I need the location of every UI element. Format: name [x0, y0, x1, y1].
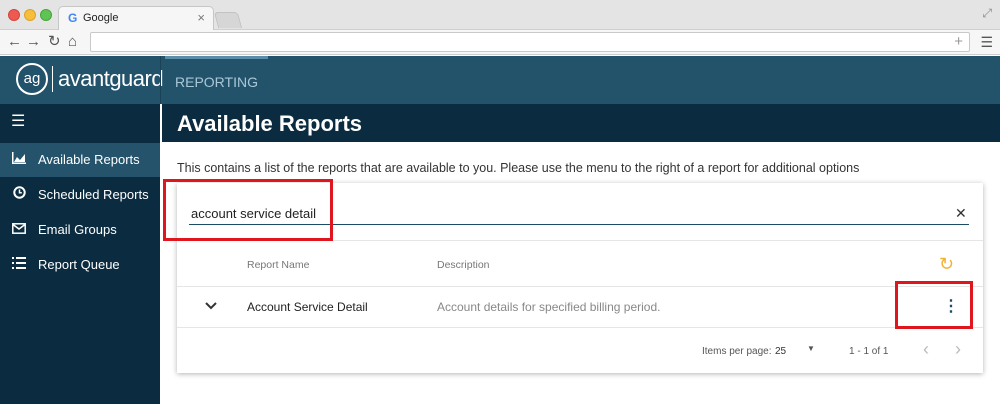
- window-maximize-button[interactable]: [40, 9, 52, 21]
- brand-name[interactable]: avantguard: [58, 66, 164, 92]
- logo-divider: [52, 66, 53, 92]
- column-header-report-name[interactable]: Report Name: [247, 258, 309, 272]
- bar-chart-icon: [10, 151, 28, 169]
- previous-page-icon[interactable]: ‹: [923, 340, 929, 358]
- tab-close-icon[interactable]: ×: [197, 10, 205, 25]
- address-bar[interactable]: +: [90, 32, 970, 52]
- google-favicon-icon: G: [68, 11, 78, 25]
- row-divider: [177, 327, 983, 328]
- clear-search-icon[interactable]: ✕: [955, 205, 967, 221]
- page-description: This contains a list of the reports that…: [177, 161, 860, 175]
- reload-icon[interactable]: ↻: [48, 33, 61, 51]
- menu-highlight-box: [895, 281, 973, 329]
- fullscreen-icon[interactable]: ⤢: [982, 6, 992, 21]
- sidebar-item-label: Email Groups: [38, 222, 117, 237]
- list-icon: [10, 256, 28, 274]
- avantguard-logo[interactable]: ag: [16, 63, 48, 95]
- sidebar-item-label: Scheduled Reports: [38, 187, 149, 202]
- browser-tab[interactable]: G Google ×: [58, 6, 214, 30]
- table-row[interactable]: Account Service Detail Account details f…: [177, 287, 983, 327]
- page-title-bar: Available Reports: [162, 104, 1000, 142]
- sidebar-item-report-queue[interactable]: Report Queue: [0, 248, 160, 282]
- items-per-page-label: Items per page:: [702, 346, 772, 357]
- browser-menu-icon[interactable]: ☰: [980, 34, 993, 50]
- sidebar-item-email-groups[interactable]: Email Groups: [0, 213, 160, 247]
- column-header-description[interactable]: Description: [437, 258, 490, 272]
- browser-tab-bar: G Google × ⤢: [0, 0, 1000, 30]
- clock-icon: [10, 186, 28, 204]
- chevron-down-icon[interactable]: [205, 298, 217, 314]
- report-description-cell: Account details for specified billing pe…: [437, 300, 661, 314]
- window-minimize-button[interactable]: [24, 9, 36, 21]
- dropdown-caret-icon[interactable]: ▼: [807, 343, 815, 355]
- tab-reporting[interactable]: REPORTING: [165, 56, 268, 104]
- report-name-cell: Account Service Detail: [247, 300, 368, 314]
- refresh-icon[interactable]: ↻: [939, 255, 954, 273]
- sidebar-item-scheduled-reports[interactable]: Scheduled Reports: [0, 178, 160, 212]
- envelope-icon: [10, 221, 28, 239]
- app-header: ag avantguard REPORTING: [0, 56, 1000, 104]
- next-page-icon[interactable]: ›: [955, 340, 961, 358]
- sidebar: ☰ Available Reports Scheduled Reports Em…: [0, 104, 160, 404]
- new-tab-button[interactable]: [213, 12, 243, 28]
- page-title: Available Reports: [177, 111, 363, 136]
- home-icon[interactable]: ⌂: [68, 33, 77, 51]
- window-close-button[interactable]: [8, 9, 20, 21]
- sidebar-item-label: Available Reports: [38, 152, 140, 167]
- sidebar-item-label: Report Queue: [38, 257, 120, 272]
- sidebar-item-available-reports[interactable]: Available Reports: [0, 143, 160, 177]
- search-highlight-box: [163, 179, 333, 241]
- hamburger-menu-icon[interactable]: ☰: [11, 114, 25, 130]
- items-per-page-select[interactable]: 25: [775, 346, 786, 358]
- back-arrow-icon[interactable]: ←: [7, 33, 22, 51]
- browser-toolbar: ← → ↻ ⌂ + ☰: [0, 30, 1000, 55]
- header-separator: [160, 56, 161, 104]
- forward-arrow-icon[interactable]: →: [26, 33, 41, 51]
- tab-title: Google: [83, 12, 119, 24]
- bookmark-plus-icon[interactable]: +: [954, 33, 963, 51]
- pagination-range: 1 - 1 of 1: [849, 346, 889, 357]
